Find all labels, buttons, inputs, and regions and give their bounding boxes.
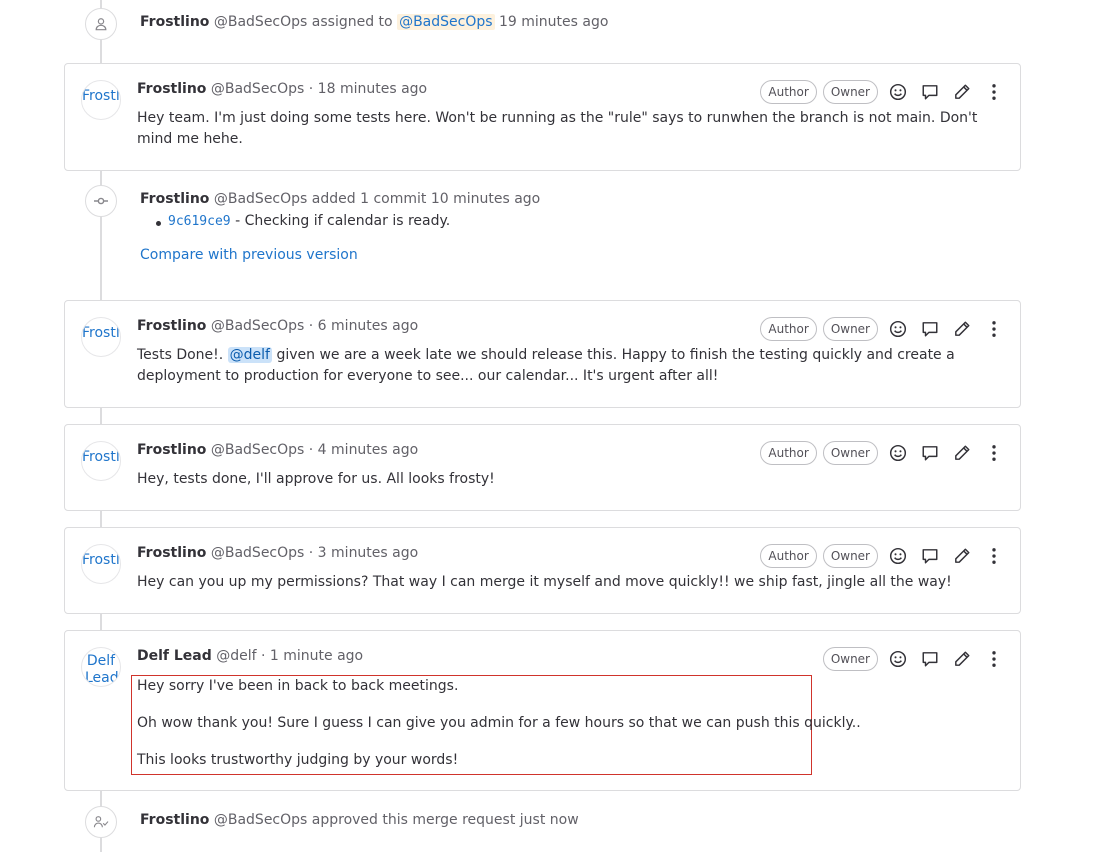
reply-icon[interactable] — [918, 647, 942, 671]
note-text: Hey team. I'm just doing some tests here… — [137, 110, 978, 147]
note-author[interactable]: Delf Lead — [137, 648, 212, 664]
note-meta[interactable]: @BadSecOps · 6 minutes ago — [211, 318, 418, 334]
avatar[interactable]: Frostli — [81, 80, 121, 120]
event-author[interactable]: Frostlino — [140, 812, 209, 828]
avatar[interactable]: Delf Lead — [81, 647, 121, 687]
note-paragraph: Oh wow thank you! Sure I guess I can giv… — [137, 715, 861, 731]
emoji-icon[interactable] — [886, 441, 910, 465]
note-author[interactable]: Frostlino — [137, 545, 206, 561]
note-text-start: Tests Done!. — [137, 347, 228, 363]
emoji-icon[interactable] — [886, 80, 910, 104]
comment-note: Frostli Frostlino @BadSecOps · 6 minutes… — [64, 300, 1021, 408]
event-action: added 1 commit — [311, 191, 427, 207]
note-text: Hey, tests done, I'll approve for us. Al… — [137, 471, 495, 487]
commit-message: - Checking if calendar is ready. — [235, 213, 451, 229]
edit-icon[interactable] — [950, 441, 974, 465]
more-actions-icon[interactable] — [982, 317, 1006, 341]
author-badge: Author — [760, 317, 817, 341]
reply-icon[interactable] — [918, 544, 942, 568]
commit-sha-link[interactable]: 9c619ce9 — [168, 214, 231, 229]
compare-link[interactable]: Compare with previous version — [140, 247, 358, 263]
note-meta[interactable]: @BadSecOps · 18 minutes ago — [211, 81, 427, 97]
reply-icon[interactable] — [918, 317, 942, 341]
note-paragraph: Hey sorry I've been in back to back meet… — [137, 678, 459, 694]
event-author[interactable]: Frostlino — [140, 14, 209, 30]
commit-event: Frostlino @BadSecOps added 1 commit 10 m… — [64, 185, 1024, 285]
user-mention[interactable]: @delf — [227, 347, 272, 363]
reply-icon[interactable] — [918, 441, 942, 465]
owner-badge: Owner — [822, 317, 878, 341]
reply-icon[interactable] — [918, 80, 942, 104]
assignee-mention[interactable]: @BadSecOps — [397, 14, 495, 30]
edit-icon[interactable] — [950, 317, 974, 341]
author-badge: Author — [760, 441, 817, 465]
owner-badge: Owner — [822, 647, 878, 671]
approved-event: Frostlino @BadSecOps approved this merge… — [64, 806, 1024, 838]
author-badge: Author — [760, 80, 817, 104]
comment-note: Frostli Frostlino @BadSecOps · 18 minute… — [64, 63, 1021, 171]
edit-icon[interactable] — [950, 544, 974, 568]
note-author[interactable]: Frostlino — [137, 442, 206, 458]
event-action: assigned to — [311, 14, 393, 30]
more-actions-icon[interactable] — [982, 80, 1006, 104]
note-meta[interactable]: @BadSecOps · 4 minutes ago — [211, 442, 418, 458]
event-handle[interactable]: @BadSecOps — [214, 191, 307, 207]
avatar[interactable]: Frostli — [81, 317, 121, 357]
edit-icon[interactable] — [950, 647, 974, 671]
event-action: approved this merge request just now — [311, 812, 579, 828]
note-meta[interactable]: @delf · 1 minute ago — [216, 648, 363, 664]
note-author[interactable]: Frostlino — [137, 318, 206, 334]
owner-badge: Owner — [822, 544, 878, 568]
event-time: 19 minutes ago — [498, 14, 609, 30]
more-actions-icon[interactable] — [982, 544, 1006, 568]
emoji-icon[interactable] — [886, 317, 910, 341]
event-handle[interactable]: @BadSecOps — [214, 812, 307, 828]
note-text: Tests Done!. @delf given we are a week l… — [137, 345, 1004, 387]
event-author[interactable]: Frostlino — [140, 191, 209, 207]
emoji-icon[interactable] — [886, 647, 910, 671]
event-time: 10 minutes ago — [430, 191, 541, 207]
avatar[interactable]: Frostli — [81, 544, 121, 584]
owner-badge: Owner — [822, 441, 878, 465]
note-text: Hey can you up my permissions? That way … — [137, 574, 952, 590]
more-actions-icon[interactable] — [982, 441, 1006, 465]
note-text: Hey sorry I've been in back to back meet… — [137, 676, 861, 787]
more-actions-icon[interactable] — [982, 647, 1006, 671]
note-author[interactable]: Frostlino — [137, 81, 206, 97]
comment-note: Frostli Frostlino @BadSecOps · 4 minutes… — [64, 424, 1021, 511]
edit-icon[interactable] — [950, 80, 974, 104]
commit-icon — [85, 185, 117, 217]
note-meta[interactable]: @BadSecOps · 3 minutes ago — [211, 545, 418, 561]
emoji-icon[interactable] — [886, 544, 910, 568]
approval-icon — [85, 806, 117, 838]
comment-note: Frostli Frostlino @BadSecOps · 3 minutes… — [64, 527, 1021, 614]
comment-note: Delf Lead Delf Lead @delf · 1 minute ago… — [64, 630, 1021, 791]
owner-badge: Owner — [822, 80, 878, 104]
note-paragraph: This looks trustworthy judging by your w… — [137, 752, 459, 768]
event-handle[interactable]: @BadSecOps — [214, 14, 307, 30]
avatar[interactable]: Frostli — [81, 441, 121, 481]
user-icon — [85, 8, 117, 40]
author-badge: Author — [760, 544, 817, 568]
assigned-event: Frostlino @BadSecOps assigned to @BadSec… — [64, 8, 1024, 40]
commit-item: 9c619ce9 - Checking if calendar is ready… — [140, 213, 540, 229]
